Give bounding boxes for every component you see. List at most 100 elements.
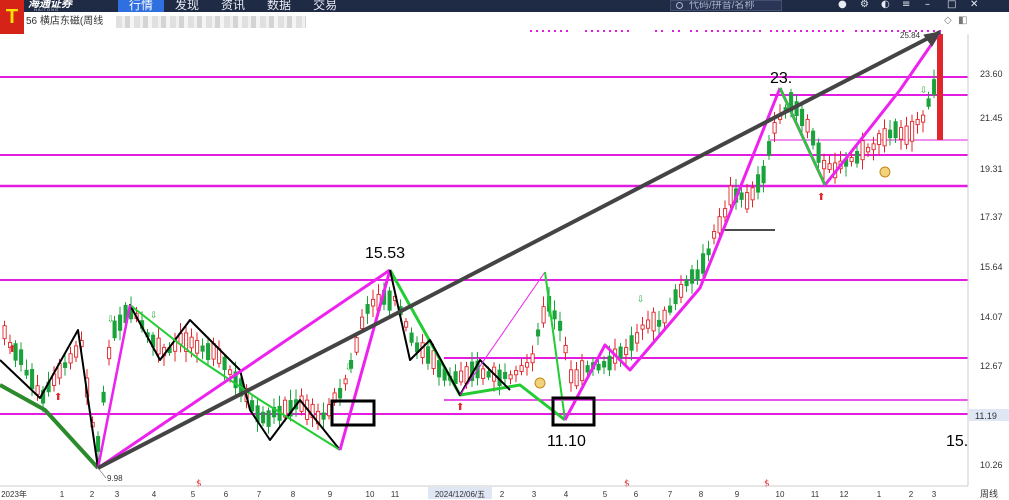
candle-body (189, 336, 194, 349)
signal-dot (794, 30, 796, 32)
candle-body (525, 362, 530, 368)
date-tick: 3 (932, 490, 937, 499)
candle-body (63, 362, 68, 368)
price-tick: 17.37 (980, 212, 1003, 222)
candles (2, 34, 943, 463)
candle-body (893, 121, 898, 139)
candle-body (772, 122, 777, 134)
candle-body (816, 142, 821, 163)
signal-dot (690, 30, 692, 32)
candle-body (877, 133, 882, 145)
trend-line (97, 30, 941, 470)
signal-dot (842, 30, 844, 32)
money-bag-icon (534, 377, 546, 389)
candle-body (519, 365, 524, 372)
trend-line (0, 383, 100, 470)
date-tick: 2023年 (1, 489, 27, 499)
candle-body (651, 311, 656, 332)
signal-dot (806, 30, 808, 32)
candle-body (657, 319, 662, 327)
signal-dot (615, 30, 617, 32)
signal-dot (830, 30, 832, 32)
signal-dot (696, 30, 698, 32)
candle-body (481, 368, 486, 379)
candle-body (107, 346, 112, 360)
date-tick: 6 (224, 490, 229, 499)
candle-body (932, 79, 937, 96)
date-tick: 11 (391, 490, 400, 499)
candle-body (431, 350, 436, 370)
top-right-label: 25.84 (900, 31, 921, 40)
candle-body (354, 337, 359, 353)
candle-body (915, 118, 920, 126)
signal-dot (735, 30, 737, 32)
candle-body (855, 151, 860, 164)
candle-body (24, 369, 29, 376)
date-tick: 1 (877, 490, 882, 499)
date-tick: 3 (532, 490, 537, 499)
high-label-1: 15.53 (365, 245, 405, 262)
candle-body (101, 391, 106, 403)
signal-dot (891, 30, 893, 32)
signal-dot (788, 30, 790, 32)
candle-body (937, 34, 943, 140)
price-axis: 23.60 21.45 19.31 17.37 15.64 14.07 12.6… (967, 34, 1009, 499)
signal-dot (566, 30, 568, 32)
up-arrow-icon: ⬆ (817, 192, 825, 203)
candle-body (739, 192, 744, 200)
candle-body (800, 108, 805, 127)
signal-dot (723, 30, 725, 32)
signal-dot (873, 30, 875, 32)
signal-dot (542, 30, 544, 32)
candle-body (712, 230, 717, 239)
signal-dot (897, 30, 899, 32)
signal-dot (655, 30, 657, 32)
period-label: 周线 (980, 488, 998, 499)
candle-body (222, 356, 227, 371)
candle-body (508, 374, 513, 380)
candle-body (558, 320, 563, 331)
signal-dot (782, 30, 784, 32)
candle-body (200, 345, 205, 352)
candle-body (690, 269, 695, 284)
candle-body (662, 309, 667, 324)
candle-body (250, 400, 255, 412)
signal-dot (861, 30, 863, 32)
candle-body (822, 159, 827, 170)
candle-body (338, 388, 343, 399)
date-tick: 10 (776, 490, 785, 499)
signal-dot (747, 30, 749, 32)
top-signal-dots (530, 30, 941, 32)
weekly-kline-chart[interactable]: ⬆ ⬆ ⬆ ⬆ ⇩ ⇩ ⇩ ⇩ ⇩ $ $ $ 15.53 11.10 23. … (0, 0, 1009, 500)
candle-body (266, 410, 271, 427)
signal-dot (603, 30, 605, 32)
up-arrow-icon: ⬆ (456, 402, 464, 413)
candle-body (767, 141, 772, 156)
candle-body (563, 344, 568, 354)
money-bag-icon (879, 166, 891, 178)
up-arrow-icon: ⬆ (8, 344, 16, 355)
candle-body (910, 120, 915, 142)
candle-body (827, 163, 832, 170)
price-tick: 12.67 (980, 361, 1003, 371)
candle-body (640, 324, 645, 330)
price-tick: 19.31 (980, 164, 1003, 174)
signal-dot (836, 30, 838, 32)
signal-dot (717, 30, 719, 32)
candle-body (607, 355, 612, 371)
date-tick: 11 (811, 490, 820, 499)
signal-dot (609, 30, 611, 32)
candle-body (888, 129, 893, 139)
low-left-label: 9.98 (107, 474, 123, 483)
candle-body (756, 174, 761, 193)
date-tick: 5 (603, 490, 608, 499)
candle-body (646, 319, 651, 329)
candle-body (404, 321, 409, 328)
candle-body (360, 316, 365, 329)
signal-dot (530, 30, 532, 32)
signal-dot (933, 30, 935, 32)
price-tick: 15.64 (980, 262, 1003, 272)
down-arrow-icon: ⇩ (637, 295, 645, 305)
trend-lines (0, 30, 942, 470)
date-tick: 2 (909, 490, 914, 499)
